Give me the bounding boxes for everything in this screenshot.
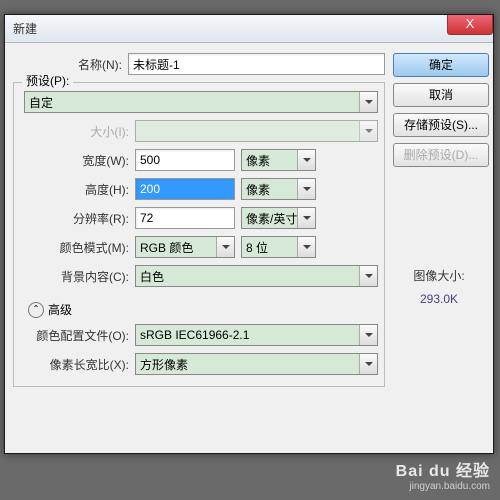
window-title: 新建 (13, 20, 37, 37)
new-document-dialog: 新建 X 名称(N): 预设(P): 自定 大小(I): (4, 14, 494, 454)
advanced-toggle[interactable]: ˆ (28, 302, 44, 318)
resolution-input[interactable] (135, 207, 235, 229)
bitdepth-dropdown[interactable]: 8 位 (241, 236, 316, 258)
width-unit-dropdown[interactable]: 像素 (241, 149, 316, 171)
height-input[interactable] (135, 178, 235, 200)
chevron-down-icon (297, 208, 315, 228)
chevron-up-icon: ˆ (34, 303, 38, 317)
chevron-down-icon (216, 237, 234, 257)
preset-label: 预设(P): (26, 72, 69, 89)
ok-button[interactable]: 确定 (393, 53, 489, 77)
width-label: 宽度(W): (20, 152, 135, 169)
image-size-value: 293.0K (393, 292, 485, 306)
pixelaspect-dropdown[interactable]: 方形像素 (135, 353, 378, 375)
close-button[interactable]: X (447, 15, 493, 35)
height-label: 高度(H): (20, 181, 135, 198)
chevron-down-icon (297, 237, 315, 257)
colormode-label: 颜色模式(M): (20, 239, 135, 256)
watermark-url: jingyan.baidu.com (396, 481, 490, 492)
cancel-button[interactable]: 取消 (393, 83, 489, 107)
height-unit-dropdown[interactable]: 像素 (241, 178, 316, 200)
chevron-down-icon (359, 354, 377, 374)
image-size-label: 图像大小: (393, 267, 485, 284)
width-input[interactable] (135, 149, 235, 171)
size-label: 大小(I): (20, 123, 135, 140)
pixelaspect-label: 像素长宽比(X): (20, 356, 135, 373)
settings-group: 预设(P): 自定 大小(I): 宽度(W): (13, 82, 385, 387)
name-label: 名称(N): (13, 56, 128, 73)
size-dropdown (135, 120, 378, 142)
chevron-down-icon (359, 92, 377, 112)
preset-dropdown[interactable]: 自定 (24, 91, 378, 113)
colormode-dropdown[interactable]: RGB 颜色 (135, 236, 235, 258)
chevron-down-icon (359, 266, 377, 286)
bgcontent-label: 背景内容(C): (20, 268, 135, 285)
chevron-down-icon (297, 150, 315, 170)
resolution-unit-dropdown[interactable]: 像素/英寸 (241, 207, 316, 229)
advanced-label: 高级 (48, 301, 72, 318)
chevron-down-icon (359, 121, 377, 141)
colorprofile-dropdown[interactable]: sRGB IEC61966-2.1 (135, 324, 378, 346)
save-preset-button[interactable]: 存储预设(S)... (393, 113, 489, 137)
titlebar[interactable]: 新建 X (5, 15, 493, 43)
resolution-label: 分辨率(R): (20, 210, 135, 227)
delete-preset-button: 删除预设(D)... (393, 143, 489, 167)
chevron-down-icon (359, 325, 377, 345)
chevron-down-icon (297, 179, 315, 199)
watermark: Bai du 经验 jingyan.baidu.com (396, 457, 490, 492)
name-input[interactable] (128, 53, 385, 75)
colorprofile-label: 颜色配置文件(O): (20, 327, 135, 344)
bgcontent-dropdown[interactable]: 白色 (135, 265, 378, 287)
watermark-brand: Bai du 经验 (396, 457, 490, 481)
